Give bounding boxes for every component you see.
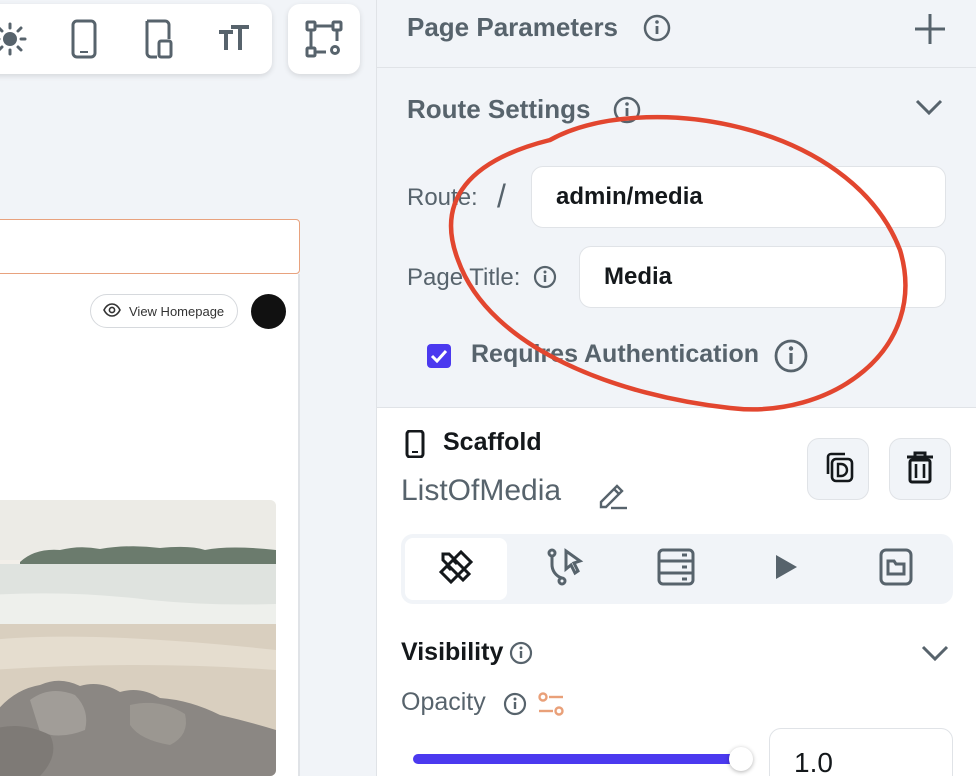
widget-properties: Scaffold ListOfMedia Visibility Opacity …: [377, 408, 976, 776]
opacity-input[interactable]: 1.0: [769, 728, 953, 776]
duplicate-icon: [821, 450, 855, 489]
tab-animations[interactable]: [735, 538, 837, 600]
info-icon[interactable]: [643, 14, 671, 42]
tab-actions[interactable]: [515, 538, 617, 600]
opacity-slider-handle[interactable]: [729, 747, 753, 771]
opacity-slider-track[interactable]: [413, 754, 743, 764]
avatar[interactable]: [251, 294, 286, 329]
database-icon: [656, 547, 696, 592]
route-settings-title: Route Settings: [407, 94, 591, 124]
page-parameters-title: Page Parameters: [407, 12, 619, 42]
properties-panel: Page Parameters Route Settings Route: / …: [376, 0, 976, 776]
chevron-down-icon[interactable]: [915, 98, 943, 121]
duplicate-button[interactable]: [807, 438, 869, 500]
view-homepage-label: View Homepage: [129, 303, 225, 319]
canvas-toolbar: [0, 4, 272, 74]
opacity-label: Opacity: [401, 688, 486, 716]
phone-icon: [405, 429, 425, 463]
info-icon[interactable]: [533, 265, 557, 294]
property-tabs: [401, 534, 953, 604]
trash-icon: [905, 450, 935, 489]
tab-properties[interactable]: [405, 538, 507, 600]
phone-icon[interactable]: [64, 19, 104, 59]
visibility-title: Visibility: [401, 638, 504, 666]
page-title-input[interactable]: Media: [579, 246, 946, 308]
cursor-branch-icon: [546, 547, 586, 592]
page-title-label: Page Title:: [407, 264, 521, 291]
sun-icon[interactable]: [0, 19, 30, 59]
play-icon: [773, 553, 799, 586]
page-parameters-row: Page Parameters: [377, 0, 976, 68]
info-icon[interactable]: [774, 339, 808, 378]
view-homepage-button[interactable]: View Homepage: [90, 294, 238, 328]
route-label: Route:: [407, 184, 478, 211]
route-settings-section: Route Settings Route: / admin/media Page…: [377, 68, 976, 408]
scaffold-label: Scaffold: [443, 428, 542, 456]
app-bar-preview[interactable]: [0, 219, 300, 274]
tab-widget-state[interactable]: [845, 538, 947, 600]
info-icon[interactable]: [613, 96, 641, 129]
tablet-icon[interactable]: [138, 19, 178, 59]
requires-auth-label: Requires Authentication: [471, 340, 759, 368]
widget-name: ListOfMedia: [401, 474, 562, 507]
folder-phone-icon: [878, 547, 914, 592]
text-size-icon[interactable]: [214, 19, 254, 59]
route-input[interactable]: admin/media: [531, 166, 946, 228]
ruler-pencil-icon: [435, 546, 477, 593]
delete-button[interactable]: [889, 438, 951, 500]
variable-settings-icon[interactable]: [537, 690, 565, 723]
info-icon[interactable]: [503, 692, 527, 721]
canvas-settings-icon[interactable]: [288, 4, 360, 74]
canvas-area: View Homepage: [0, 0, 376, 776]
requires-auth-checkbox[interactable]: [427, 344, 451, 368]
eye-icon: [103, 302, 121, 320]
beach-image: [0, 500, 276, 776]
tab-backend-query[interactable]: [625, 538, 727, 600]
add-parameter-icon[interactable]: [913, 12, 947, 51]
chevron-down-icon[interactable]: [921, 644, 949, 667]
route-prefix: /: [497, 178, 506, 214]
edit-icon[interactable]: [597, 480, 629, 515]
info-icon[interactable]: [509, 641, 533, 670]
